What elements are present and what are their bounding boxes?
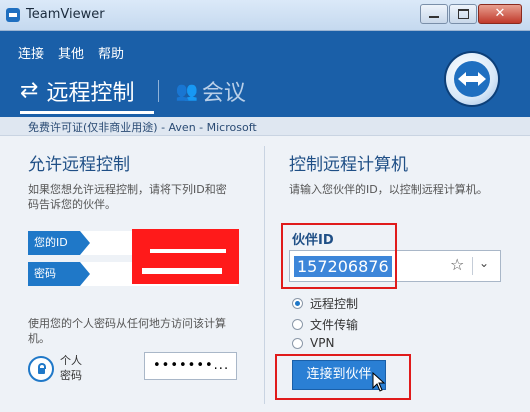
redaction-box (132, 229, 239, 284)
radio-vpn[interactable] (292, 337, 303, 349)
lock-icon (28, 356, 54, 382)
minimize-icon (429, 16, 439, 18)
nav-separator (158, 80, 160, 102)
personal-password-value: •••••••... (153, 358, 230, 373)
control-remote-title: 控制远程计算机 (289, 155, 408, 175)
tab-meeting[interactable]: 会议 (202, 75, 246, 107)
chevron-down-icon[interactable]: ⌄ (479, 256, 489, 270)
allow-remote-desc-2: 码告诉您的伙伴。 (28, 198, 116, 211)
personal-password-desc-2: 机。 (28, 332, 50, 345)
connect-button-highlight (275, 354, 411, 400)
radio-remote-control[interactable] (292, 298, 303, 309)
menu-other[interactable]: 其他 (58, 43, 84, 62)
close-icon: ✕ (494, 6, 506, 21)
meeting-people-icon: 👥 (175, 80, 198, 102)
option-label: VPN (310, 336, 335, 350)
window-controls: ✕ (419, 4, 522, 24)
redaction-stripe-1 (150, 249, 226, 253)
panel-divider (264, 146, 265, 404)
option-vpn[interactable]: VPN (292, 336, 334, 350)
dropdown-separator (472, 257, 473, 275)
teamviewer-logo (446, 53, 498, 105)
personal-password-field[interactable]: •••••••... (144, 352, 237, 380)
remote-control-arrows-icon: ⇄ (20, 78, 39, 103)
allow-remote-desc-1: 如果您想允许远程控制，请将下列ID和密 (28, 183, 227, 196)
favorite-star-icon[interactable]: ☆ (450, 255, 464, 274)
personal-password-desc-1: 使用您的个人密码从任何地方访问该计算 (28, 317, 226, 330)
window-title: TeamViewer (26, 7, 105, 22)
title-bar: TeamViewer ✕ (0, 0, 530, 31)
mode-nav: ⇄ 远程控制 👥 会议 (20, 75, 246, 107)
active-tab-underline (20, 111, 154, 114)
menu-connect[interactable]: 连接 (18, 43, 44, 62)
password-label: 密码 (28, 262, 90, 286)
license-bar: 免费许可证(仅非商业用途) - Aven - Microsoft (0, 117, 530, 136)
option-remote-control[interactable]: 远程控制 (292, 295, 358, 312)
your-id-label: 您的ID (28, 231, 90, 255)
maximize-button[interactable] (449, 4, 477, 24)
mouse-cursor-icon (372, 372, 386, 392)
menu-bar: 连接 其他 帮助 (18, 43, 138, 62)
option-file-transfer[interactable]: 文件传输 (292, 316, 358, 333)
minimize-button[interactable] (420, 4, 448, 24)
control-remote-desc: 请输入您伙伴的ID，以控制远程计算机。 (289, 183, 488, 196)
redaction-stripe-2 (142, 268, 222, 274)
personal-password-label-2: 密码 (60, 369, 82, 382)
option-label: 文件传输 (310, 318, 359, 332)
personal-password-label-1: 个人 (60, 354, 82, 367)
teamviewer-app-icon (6, 8, 20, 22)
partner-id-highlight (281, 223, 397, 289)
radio-file-transfer[interactable] (292, 319, 303, 330)
allow-remote-title: 允许远程控制 (28, 155, 130, 175)
license-text: 免费许可证(仅非商业用途) - Aven - Microsoft (28, 121, 257, 134)
teamviewer-window: TeamViewer ✕ 连接 其他 帮助 ⇄ 远程控制 👥 会议 免费许可证(… (0, 0, 530, 412)
close-button[interactable]: ✕ (478, 4, 522, 24)
header: 连接 其他 帮助 ⇄ 远程控制 👥 会议 (0, 31, 530, 117)
maximize-icon (458, 9, 469, 19)
tab-remote-control[interactable]: 远程控制 (46, 75, 134, 107)
menu-help[interactable]: 帮助 (98, 43, 124, 62)
option-label: 远程控制 (310, 297, 359, 311)
